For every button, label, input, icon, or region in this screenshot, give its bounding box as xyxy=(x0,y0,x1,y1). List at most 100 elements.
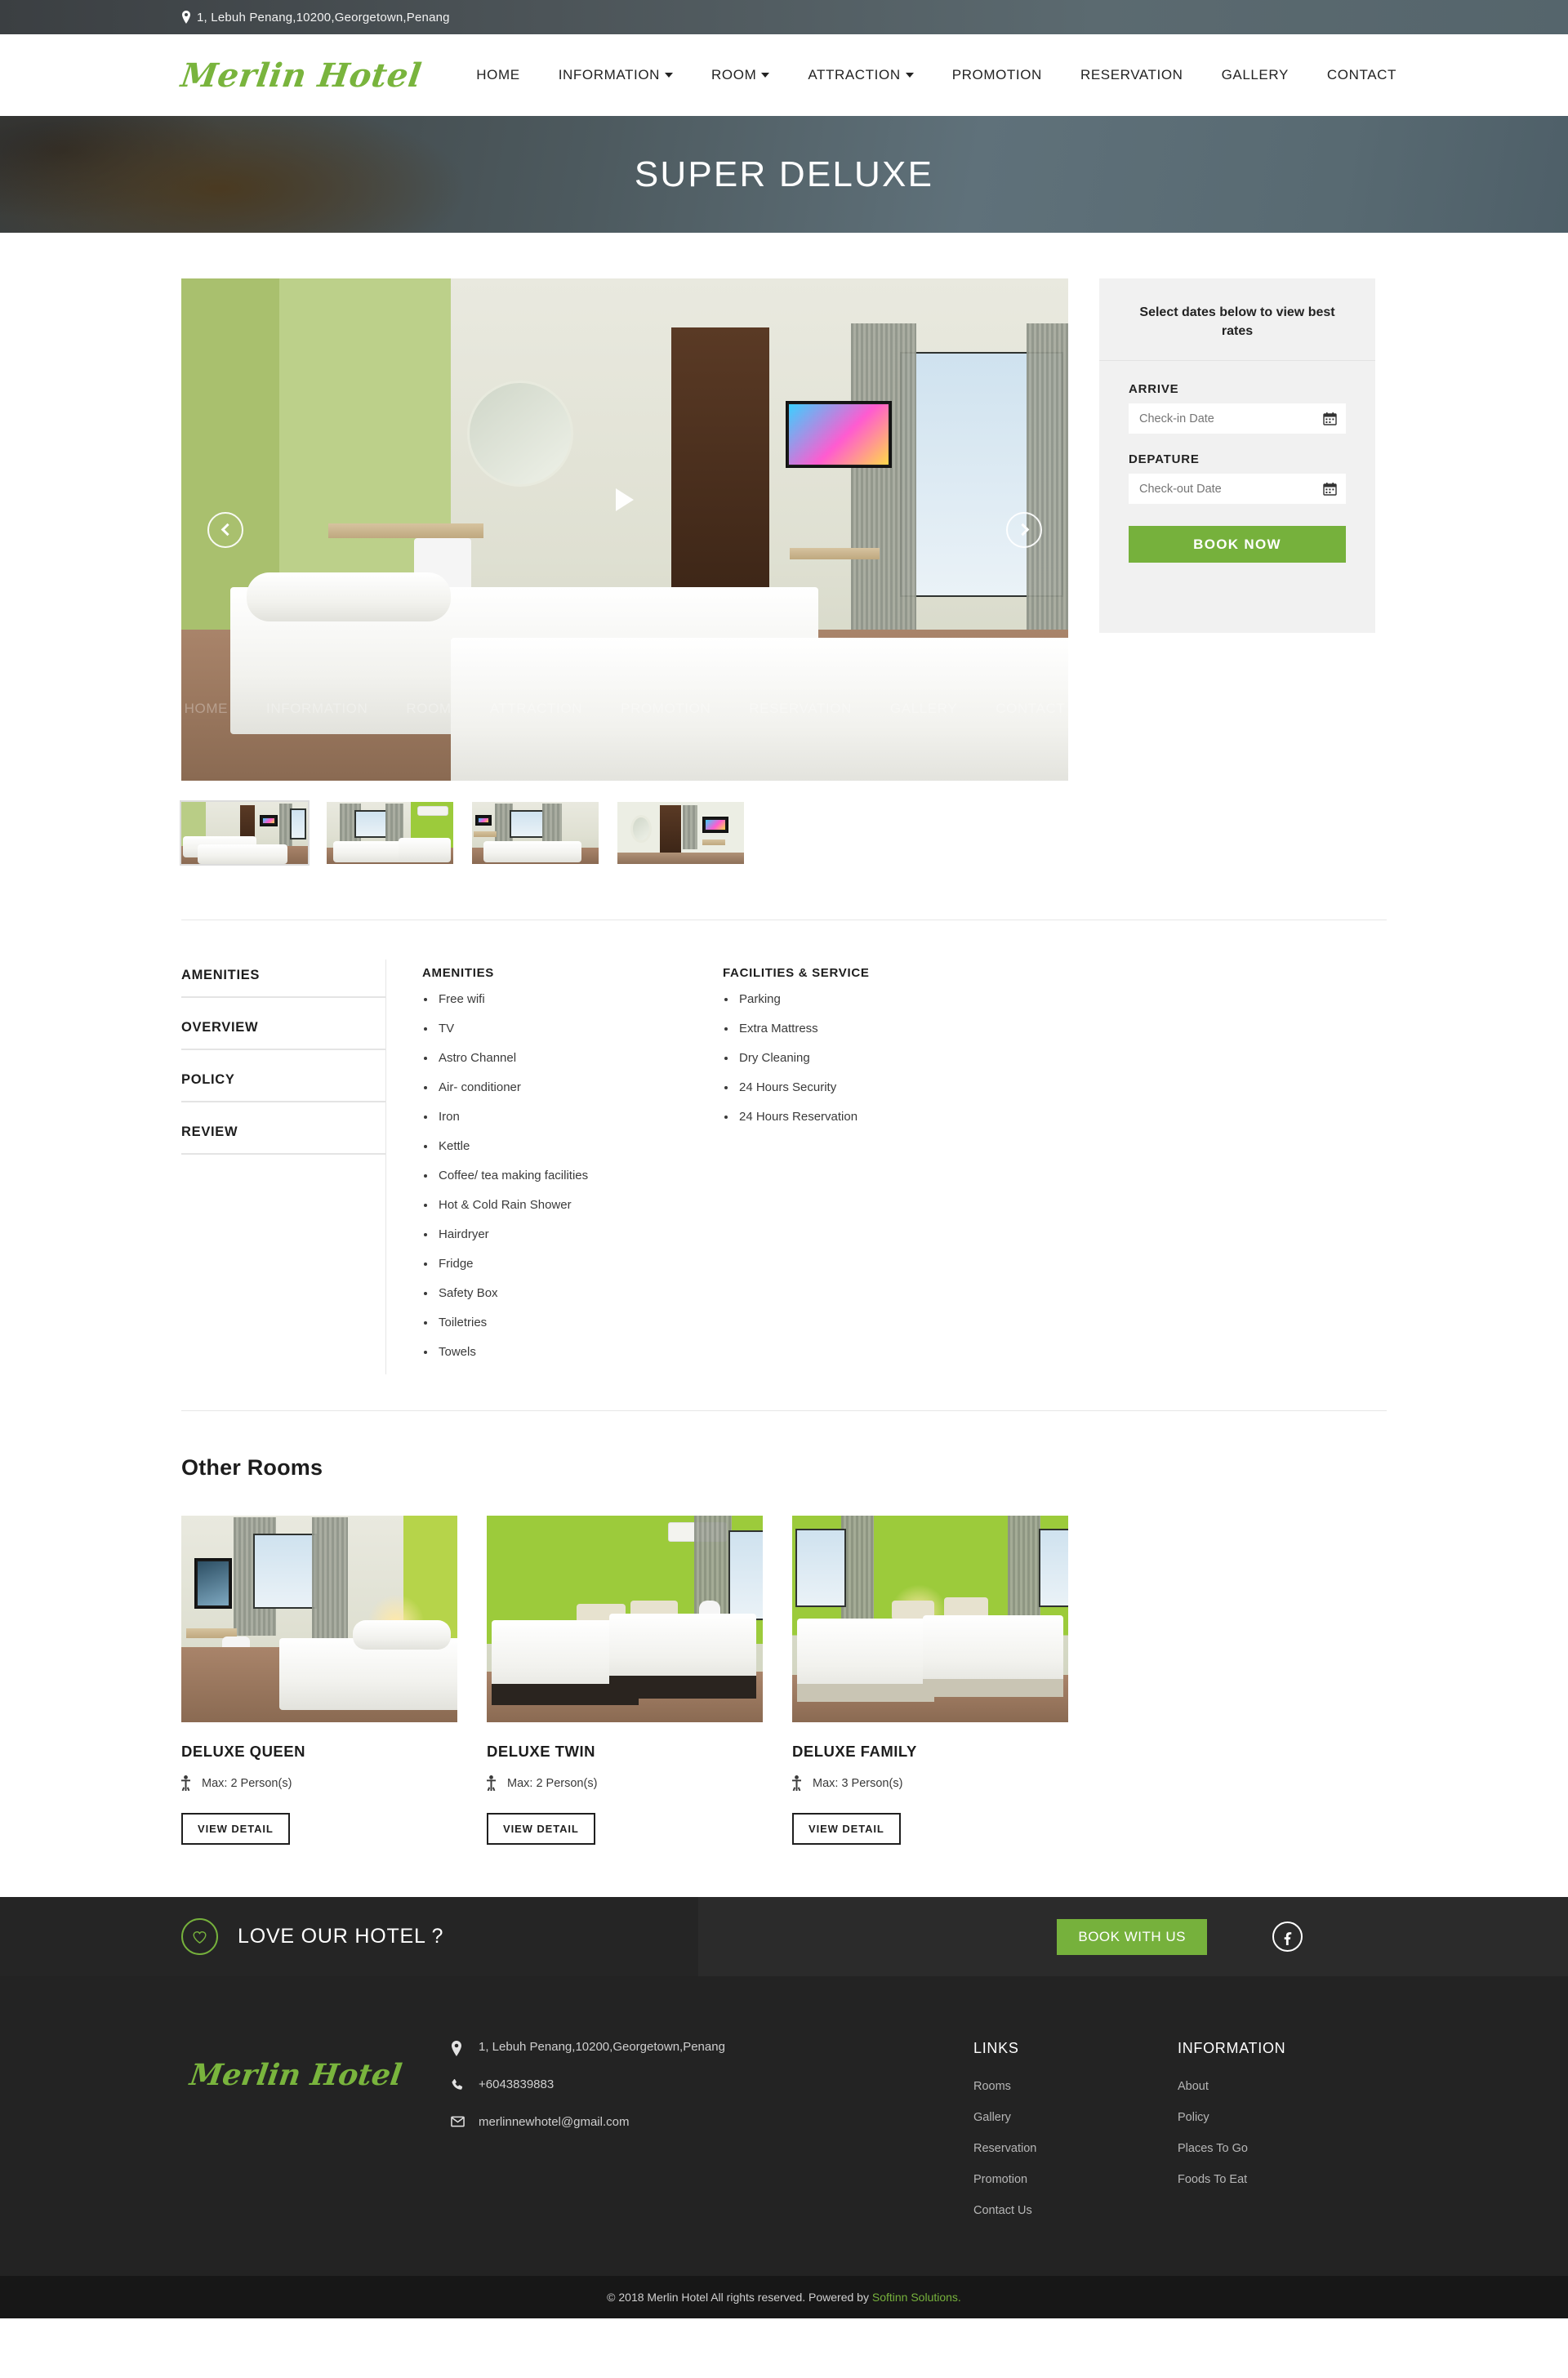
footer-address-line: 1, Lebuh Penang,10200,Georgetown,Penang xyxy=(451,2040,973,2056)
list-item: Kettle xyxy=(422,1139,723,1153)
booking-widget: Select dates below to view best rates AR… xyxy=(1099,278,1375,633)
softinn-link[interactable]: Softinn Solutions. xyxy=(872,2291,961,2304)
main-navbar: Merlin Hotel HOME INFORMATION ROOM ATTRA… xyxy=(0,34,1568,116)
gallery-thumbnail-2[interactable] xyxy=(327,802,453,864)
footer-email-text: merlinnewhotel@gmail.com xyxy=(479,2115,630,2129)
room-details-section: AMENITIES OVERVIEW POLICY REVIEW AMENITI… xyxy=(181,920,1387,1411)
view-detail-button[interactable]: VIEW DETAIL xyxy=(181,1813,290,1845)
checkout-input[interactable] xyxy=(1139,482,1323,496)
nav-label: INFORMATION xyxy=(558,67,661,82)
list-item: Hot & Cold Rain Shower xyxy=(422,1198,723,1212)
checkin-field[interactable] xyxy=(1129,403,1346,434)
footer-link-about[interactable]: About xyxy=(1178,2080,1382,2093)
gallery-thumbnail-3[interactable] xyxy=(472,802,599,864)
calendar-icon[interactable] xyxy=(1323,482,1337,497)
footer-address-text: 1, Lebuh Penang,10200,Georgetown,Penang xyxy=(479,2040,725,2054)
room-card-deluxe-family: DELUXE FAMILY Max: 3 Person(s) VIEW DETA… xyxy=(792,1516,1068,1845)
footer-link-foods-to-eat[interactable]: Foods To Eat xyxy=(1178,2173,1382,2186)
room-gallery: HOME INFORMATION ROOM ATTRACTION PROMOTI… xyxy=(180,278,1068,866)
list-item: Hairdryer xyxy=(422,1227,723,1241)
copyright-text: © 2018 Merlin Hotel All rights reserved.… xyxy=(607,2291,961,2304)
room-card-image[interactable] xyxy=(792,1516,1068,1722)
nav-label: CONTACT xyxy=(1326,67,1396,82)
nav-item-reservation[interactable]: RESERVATION xyxy=(1080,67,1183,83)
list-item: Coffee/ tea making facilities xyxy=(422,1169,723,1182)
nav-links: HOME INFORMATION ROOM ATTRACTION PROMOTI… xyxy=(476,67,1396,83)
footer-columns: Merlin Hotel 1, Lebuh Penang,10200,Georg… xyxy=(181,2040,1387,2235)
copyright-bar: © 2018 Merlin Hotel All rights reserved.… xyxy=(0,2276,1568,2318)
tab-amenities[interactable]: AMENITIES xyxy=(181,968,385,998)
nav-label: GALLERY xyxy=(1221,67,1289,82)
amenities-title: AMENITIES xyxy=(422,966,494,980)
list-item: Extra Mattress xyxy=(723,1022,1023,1035)
gallery-and-booking: HOME INFORMATION ROOM ATTRACTION PROMOTI… xyxy=(180,233,1387,866)
room-card-capacity: Max: 2 Person(s) xyxy=(181,1775,457,1792)
facebook-icon[interactable] xyxy=(1272,1922,1303,1952)
view-detail-button[interactable]: VIEW DETAIL xyxy=(487,1813,595,1845)
list-item: 24 Hours Reservation xyxy=(723,1110,1023,1124)
room-card-image[interactable] xyxy=(487,1516,763,1722)
gallery-thumbnail-4[interactable] xyxy=(617,802,744,864)
footer-link-contact-us[interactable]: Contact Us xyxy=(973,2204,1178,2217)
room-card-deluxe-queen: DELUXE QUEEN Max: 2 Person(s) VIEW DETAI… xyxy=(181,1516,457,1845)
main-content: HOME INFORMATION ROOM ATTRACTION PROMOTI… xyxy=(180,233,1387,1897)
footer-link-reservation[interactable]: Reservation xyxy=(973,2142,1178,2155)
map-pin-icon xyxy=(181,11,191,24)
room-card-capacity: Max: 3 Person(s) xyxy=(792,1775,1068,1792)
book-with-us-button[interactable]: BOOK WITH US xyxy=(1057,1918,1207,1955)
nav-label: HOME xyxy=(476,67,520,82)
footer-link-gallery[interactable]: Gallery xyxy=(973,2111,1178,2124)
footer-link-places-to-go[interactable]: Places To Go xyxy=(1178,2142,1382,2155)
facilities-column: FACILITIES & SERVICE Parking Extra Mattr… xyxy=(723,966,1023,1374)
tab-policy[interactable]: POLICY xyxy=(181,1072,385,1102)
list-item: 24 Hours Security xyxy=(723,1080,1023,1094)
nav-item-information[interactable]: INFORMATION xyxy=(558,67,674,83)
list-item: Parking xyxy=(723,992,1023,1006)
view-detail-button[interactable]: VIEW DETAIL xyxy=(792,1813,901,1845)
room-card-name: DELUXE FAMILY xyxy=(792,1743,917,1760)
tab-overview[interactable]: OVERVIEW xyxy=(181,1020,385,1050)
nav-item-room[interactable]: ROOM xyxy=(711,67,770,83)
footer-brand-logo[interactable]: Merlin Hotel xyxy=(167,2040,465,2235)
book-now-button[interactable]: BOOK NOW xyxy=(1129,526,1346,563)
list-item: TV xyxy=(422,1022,723,1035)
checkout-field[interactable] xyxy=(1129,474,1346,505)
play-video-button[interactable] xyxy=(616,488,634,511)
room-card-image[interactable] xyxy=(181,1516,457,1722)
gallery-prev-button[interactable] xyxy=(207,511,243,548)
calendar-icon[interactable] xyxy=(1323,412,1337,426)
footer-link-promotion[interactable]: Promotion xyxy=(973,2173,1178,2186)
list-item: Air- conditioner xyxy=(422,1080,723,1094)
room-card-capacity-text: Max: 2 Person(s) xyxy=(507,1776,598,1790)
person-icon xyxy=(487,1775,496,1792)
list-item: Safety Box xyxy=(422,1286,723,1300)
booking-heading: Select dates below to view best rates xyxy=(1099,278,1375,362)
gallery-thumbnail-1[interactable] xyxy=(180,800,310,866)
room-photo-main xyxy=(181,278,1068,781)
gallery-next-button[interactable] xyxy=(1006,511,1042,548)
nav-item-contact[interactable]: CONTACT xyxy=(1327,67,1396,83)
room-card-name: DELUXE QUEEN xyxy=(181,1743,305,1760)
top-bar-address: 1, Lebuh Penang,10200,Georgetown,Penang xyxy=(181,11,450,24)
top-bar-address-text: 1, Lebuh Penang,10200,Georgetown,Penang xyxy=(197,10,450,24)
cta-left: LOVE OUR HOTEL ? xyxy=(181,1918,443,1955)
list-item: Astro Channel xyxy=(422,1051,723,1065)
checkin-input[interactable] xyxy=(1139,412,1323,425)
chevron-down-icon xyxy=(761,73,770,78)
nav-label: ROOM xyxy=(711,67,757,82)
footer-link-policy[interactable]: Policy xyxy=(1178,2111,1382,2124)
nav-item-promotion[interactable]: PROMOTION xyxy=(952,67,1042,83)
list-item: Free wifi xyxy=(422,992,723,1006)
footer-phone-line: +6043839883 xyxy=(451,2077,973,2094)
departure-label: DEPATURE xyxy=(1129,452,1200,467)
gallery-main-image[interactable]: HOME INFORMATION ROOM ATTRACTION PROMOTI… xyxy=(181,278,1068,781)
brand-logo[interactable]: Merlin Hotel xyxy=(179,56,424,95)
footer-link-rooms[interactable]: Rooms xyxy=(973,2080,1178,2093)
tab-panel-amenities: AMENITIES Free wifi TV Astro Channel Air… xyxy=(385,960,1387,1374)
nav-item-home[interactable]: HOME xyxy=(476,67,519,83)
footer-email-line: merlinnewhotel@gmail.com xyxy=(451,2115,973,2131)
nav-item-gallery[interactable]: GALLERY xyxy=(1222,67,1289,83)
room-card-name: DELUXE TWIN xyxy=(487,1743,595,1760)
nav-item-attraction[interactable]: ATTRACTION xyxy=(808,67,914,83)
tab-review[interactable]: REVIEW xyxy=(181,1124,385,1155)
